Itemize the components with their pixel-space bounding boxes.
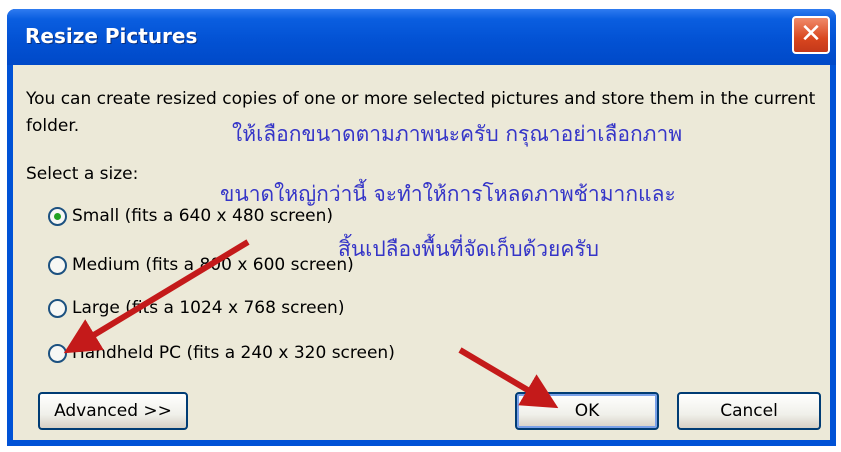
cancel-button[interactable]: Cancel xyxy=(677,392,821,430)
select-size-label: Select a size: xyxy=(26,164,139,184)
ok-button[interactable]: OK xyxy=(515,392,659,430)
size-option-label: Medium (fits a 800 x 600 screen) xyxy=(72,255,354,275)
window-title: Resize Pictures xyxy=(25,24,198,48)
annotation-line-1: ให้เลือกขนาดตามภาพนะครับ กรุณาอย่าเลือกภ… xyxy=(232,122,683,146)
size-option-large[interactable]: Large (fits a 1024 x 768 screen) xyxy=(48,298,344,318)
radio-icon[interactable] xyxy=(48,255,67,275)
size-option-label: Large (fits a 1024 x 768 screen) xyxy=(72,298,345,318)
radio-icon[interactable] xyxy=(48,343,67,363)
radio-selected-icon[interactable] xyxy=(48,206,67,226)
annotation-line-3: สิ้นเปลืองพื้นที่จัดเก็บด้วยครับ xyxy=(338,237,600,261)
close-button[interactable]: ✕ xyxy=(792,16,830,54)
size-option-label: Handheld PC (fits a 240 x 320 screen) xyxy=(72,343,395,363)
size-option-medium[interactable]: Medium (fits a 800 x 600 screen) xyxy=(48,255,354,275)
annotation-line-2: ขนาดใหญ่กว่านี้ จะทำให้การโหลดภาพช้ามากแ… xyxy=(220,182,676,206)
size-option-handheld[interactable]: Handheld PC (fits a 240 x 320 screen) xyxy=(48,343,395,363)
advanced-button[interactable]: Advanced >> xyxy=(38,392,188,430)
radio-icon[interactable] xyxy=(48,298,67,318)
close-icon: ✕ xyxy=(800,19,822,49)
title-bar[interactable]: Resize Pictures ✕ xyxy=(7,9,836,65)
resize-pictures-dialog: Resize Pictures ✕ xyxy=(7,9,836,446)
